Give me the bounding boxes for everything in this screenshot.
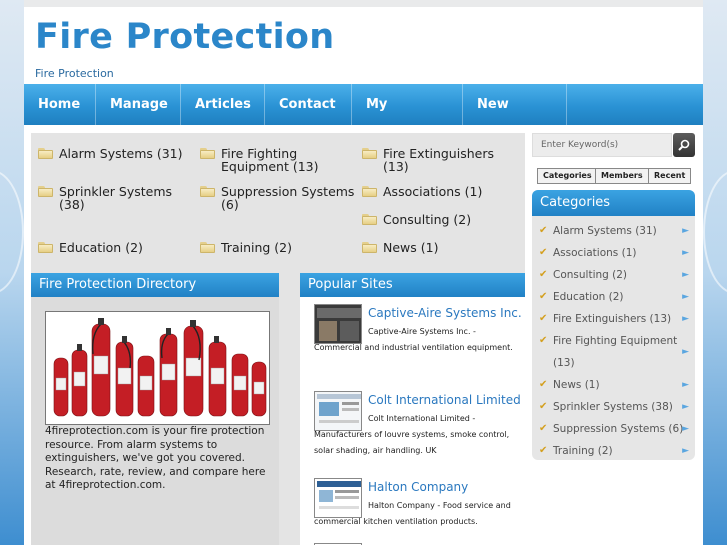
folder-icon bbox=[362, 148, 377, 159]
category-label: Associations (1) bbox=[383, 184, 483, 199]
category-label: Consulting (2) bbox=[383, 212, 472, 227]
check-icon: ✔ bbox=[539, 247, 548, 258]
site-name-link[interactable]: Colt International Limited bbox=[368, 393, 521, 407]
fire-extinguishers-image bbox=[45, 311, 270, 425]
site-item: Captive-Aire Systems Inc. Captive-Aire S… bbox=[314, 304, 522, 374]
folder-icon bbox=[362, 186, 377, 197]
folder-icon bbox=[200, 242, 215, 253]
background-right bbox=[703, 0, 727, 545]
category-link[interactable]: Training (2) bbox=[200, 241, 358, 254]
site-description: Captive-Aire Systems Inc. - Commercial a… bbox=[314, 327, 513, 352]
page-wrapper: Fire Protection Fire Protection Home Man… bbox=[24, 7, 703, 545]
arrow-right-icon: ► bbox=[682, 314, 689, 324]
site-description: Halton Company - Food service and commer… bbox=[314, 501, 511, 526]
site-name-link[interactable]: Captive-Aire Systems Inc. bbox=[368, 306, 522, 320]
site-item: Colt International Limited Colt Internat… bbox=[314, 391, 521, 466]
popular-sites-heading: Popular Sites bbox=[300, 273, 525, 297]
arrow-right-icon: ► bbox=[682, 446, 689, 456]
category-label: Fire Fighting Equipment (13) bbox=[221, 146, 319, 174]
folder-icon bbox=[38, 242, 53, 253]
site-item: Halton Company Halton Company - Food ser… bbox=[314, 478, 514, 540]
directory-heading: Fire Protection Directory bbox=[31, 273, 279, 297]
category-label: Fire Extinguishers (13) bbox=[383, 146, 494, 174]
arrow-right-icon: ► bbox=[682, 248, 689, 258]
check-icon: ✔ bbox=[539, 313, 548, 324]
site-name-link[interactable]: Halton Company bbox=[368, 480, 468, 494]
category-link[interactable]: Fire Fighting Equipment (13) bbox=[200, 147, 358, 173]
nav-new-posts[interactable]: New Posts bbox=[463, 84, 567, 153]
search-input[interactable]: Enter Keyword(s) bbox=[532, 133, 672, 157]
category-label: Alarm Systems (31) bbox=[59, 146, 183, 161]
check-icon: ✔ bbox=[539, 423, 548, 434]
nav-articles[interactable]: Articles bbox=[181, 84, 265, 125]
search-button[interactable] bbox=[673, 133, 695, 157]
arrow-right-icon: ► bbox=[682, 424, 689, 434]
sidebar-category-item[interactable]: ✔ Suppression Systems (6) ► bbox=[532, 418, 695, 440]
arrow-right-icon: ► bbox=[682, 402, 689, 412]
nav-my-account[interactable]: My Account bbox=[352, 84, 463, 153]
search-icon bbox=[678, 139, 690, 151]
arrow-right-icon: ► bbox=[682, 226, 689, 236]
category-label: News (1) bbox=[383, 240, 439, 255]
category-label: Sprinkler Systems (38) bbox=[59, 184, 173, 212]
sidebar-category-item[interactable]: ✔ Fire Fighting Equipment (13) ► bbox=[532, 330, 695, 374]
category-label: Education (2) bbox=[59, 240, 143, 255]
site-tagline: Fire Protection bbox=[35, 67, 114, 80]
folder-icon bbox=[200, 186, 215, 197]
check-icon: ✔ bbox=[539, 379, 548, 390]
category-link[interactable]: Fire Extinguishers (13) bbox=[362, 147, 522, 173]
tab-members[interactable]: Members bbox=[595, 168, 649, 184]
main-nav: Home Manage Articles Contact My Account … bbox=[24, 84, 703, 153]
directory-description: 4fireprotection.com is your fire protect… bbox=[45, 425, 266, 491]
main-content: Alarm Systems (31) Fire Fighting Equipme… bbox=[31, 133, 525, 545]
folder-icon bbox=[38, 186, 53, 197]
check-icon: ✔ bbox=[539, 445, 548, 456]
folder-icon bbox=[200, 148, 215, 159]
folder-icon bbox=[38, 148, 53, 159]
category-link[interactable]: Sprinkler Systems (38) bbox=[38, 185, 196, 211]
category-link[interactable]: Associations (1) bbox=[362, 185, 522, 198]
popular-sites-panel: Popular Sites Captive-Aire Systems Inc. … bbox=[300, 273, 525, 545]
check-icon: ✔ bbox=[539, 335, 548, 346]
check-icon: ✔ bbox=[539, 291, 548, 302]
site-title[interactable]: Fire Protection bbox=[35, 17, 334, 57]
tab-categories[interactable]: Categories bbox=[537, 168, 598, 184]
nav-home[interactable]: Home bbox=[24, 84, 96, 125]
sidebar-category-item[interactable]: ✔ Consulting (2) ► bbox=[532, 264, 695, 286]
sidebar-categories-heading: Categories bbox=[532, 190, 695, 216]
arrow-right-icon: ► bbox=[682, 380, 689, 390]
category-label: Suppression Systems (6) bbox=[221, 184, 355, 212]
category-link[interactable]: Education (2) bbox=[38, 241, 196, 254]
check-icon: ✔ bbox=[539, 225, 548, 236]
sidebar-category-item[interactable]: ✔ Education (2) ► bbox=[532, 286, 695, 308]
nav-contact[interactable]: Contact bbox=[265, 84, 352, 125]
sidebar-category-item[interactable]: ✔ Alarm Systems (31) ► bbox=[532, 220, 695, 242]
directory-panel: Fire Protection Directory 4fireprotectio… bbox=[31, 273, 279, 545]
arrow-right-icon: ► bbox=[682, 347, 689, 357]
nav-manage[interactable]: Manage bbox=[96, 84, 181, 125]
background-left bbox=[0, 0, 24, 545]
category-link[interactable]: Consulting (2) bbox=[362, 213, 522, 226]
category-link[interactable]: Suppression Systems (6) bbox=[200, 185, 362, 211]
check-icon: ✔ bbox=[539, 401, 548, 412]
category-link[interactable]: News (1) bbox=[362, 241, 522, 254]
site-description: Colt International Limited - Manufacture… bbox=[314, 414, 510, 455]
folder-icon bbox=[362, 242, 377, 253]
sidebar-category-item[interactable]: ✔ News (1) ► bbox=[532, 374, 695, 396]
sidebar-category-item[interactable]: ✔ Training (2) ► bbox=[532, 440, 695, 462]
sidebar-categories: Categories ✔ Alarm Systems (31) ► ✔ Asso… bbox=[532, 190, 695, 460]
sidebar-category-item[interactable]: ✔ Sprinkler Systems (38) ► bbox=[532, 396, 695, 418]
category-link[interactable]: Alarm Systems (31) bbox=[38, 147, 196, 160]
sidebar-category-item[interactable]: ✔ Associations (1) ► bbox=[532, 242, 695, 264]
arrow-right-icon: ► bbox=[682, 292, 689, 302]
check-icon: ✔ bbox=[539, 269, 548, 280]
tab-recent[interactable]: Recent bbox=[648, 168, 692, 184]
sidebar-category-item[interactable]: ✔ Fire Extinguishers (13) ► bbox=[532, 308, 695, 330]
arrow-right-icon: ► bbox=[682, 270, 689, 280]
category-label: Training (2) bbox=[221, 240, 293, 255]
folder-icon bbox=[362, 214, 377, 225]
